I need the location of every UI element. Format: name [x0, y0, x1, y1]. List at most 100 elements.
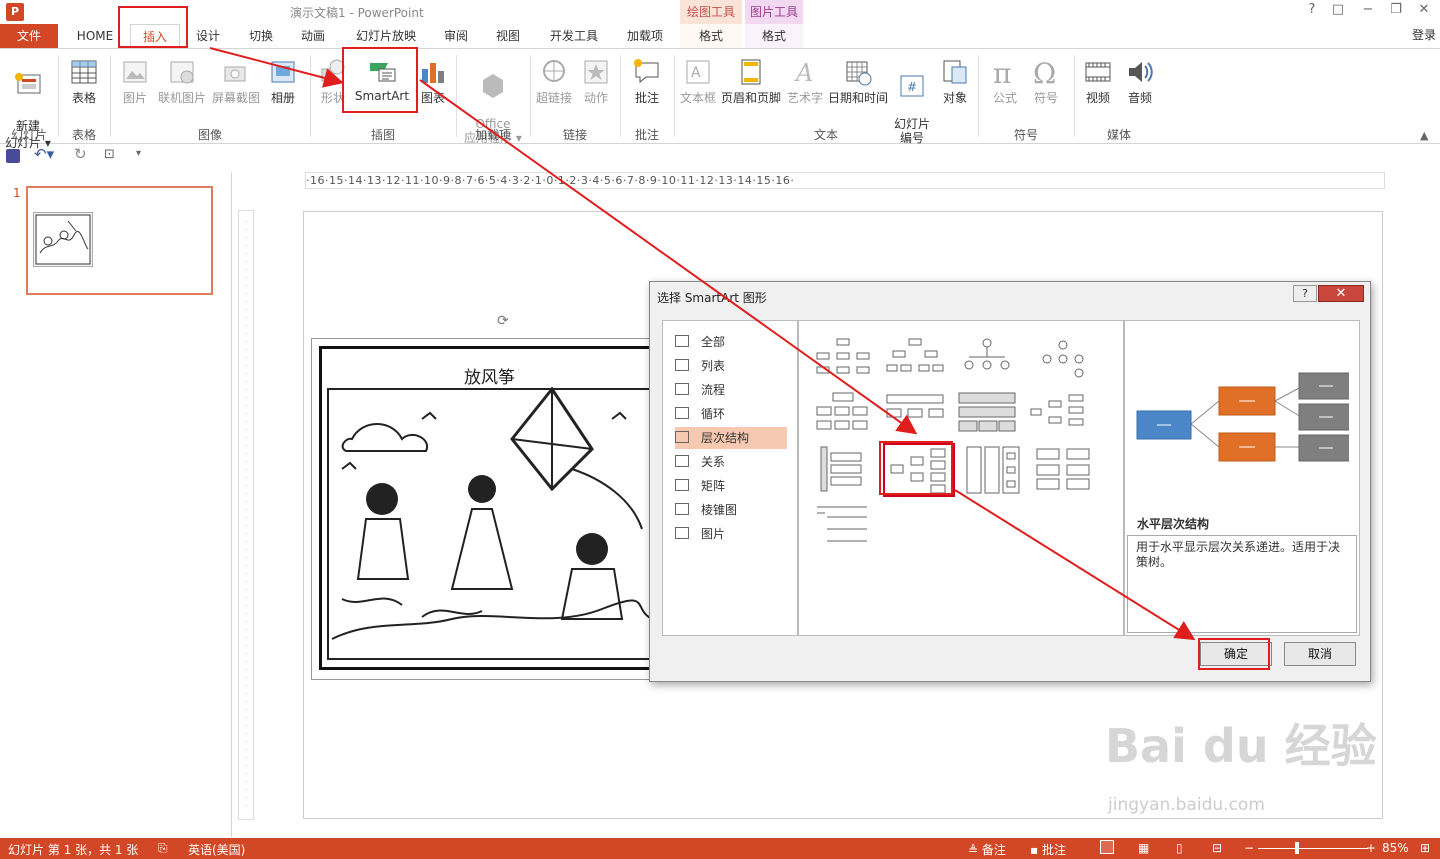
- online-picture-button[interactable]: 联机图片: [156, 57, 208, 106]
- help-button[interactable]: ?: [1302, 2, 1322, 17]
- picture-button[interactable]: 图片: [118, 57, 152, 106]
- equation-button[interactable]: π 公式: [986, 57, 1024, 106]
- spellcheck-icon[interactable]: ⎘: [158, 841, 168, 856]
- category-list-type[interactable]: 列表: [675, 355, 787, 377]
- tab-review[interactable]: 审阅: [436, 24, 476, 48]
- header-footer-button[interactable]: 页眉和页脚: [720, 57, 782, 106]
- undo-icon[interactable]: ↶▾: [34, 145, 54, 163]
- table-button[interactable]: 表格: [64, 57, 104, 106]
- start-slideshow-icon[interactable]: ⊡: [104, 147, 115, 162]
- slide-picture[interactable]: [319, 346, 659, 670]
- layout-circle-hierarchy-icon[interactable]: [955, 335, 1019, 385]
- save-icon[interactable]: [6, 149, 20, 163]
- category-picture[interactable]: 图片: [675, 523, 787, 545]
- layout-labeled-hierarchy-icon[interactable]: [1027, 335, 1091, 385]
- category-label: 关系: [701, 455, 726, 469]
- login-link[interactable]: 登录: [1412, 26, 1436, 43]
- restore-button[interactable]: ❐: [1386, 2, 1406, 17]
- comment-label: 批注: [634, 91, 659, 105]
- comments-button[interactable]: ▪ 批注: [1030, 841, 1066, 858]
- cancel-button[interactable]: 取消: [1284, 642, 1356, 666]
- rotate-handle-icon[interactable]: ⟳: [497, 313, 509, 329]
- symbol-label: 符号: [1033, 91, 1058, 105]
- chart-button[interactable]: 图表: [416, 57, 450, 106]
- hyperlink-button[interactable]: 超链接: [534, 57, 574, 106]
- picture-category-icon: [675, 527, 689, 539]
- notes-button[interactable]: ≜ 备注: [968, 841, 1006, 858]
- chart-icon: [422, 63, 444, 83]
- redo-icon[interactable]: ↻: [74, 145, 87, 163]
- ribbon-display-button[interactable]: □: [1328, 2, 1348, 17]
- audio-button[interactable]: 音频: [1122, 57, 1158, 106]
- picture-caption: 放风筝: [464, 368, 515, 388]
- zoom-slider-thumb[interactable]: [1295, 842, 1299, 854]
- album-button[interactable]: 相册: [264, 57, 302, 106]
- layout-hierarchy-boxes-icon[interactable]: [1031, 445, 1095, 495]
- dialog-help-button[interactable]: ?: [1293, 285, 1317, 302]
- layout-stacked-list-icon[interactable]: [955, 389, 1019, 439]
- collapse-ribbon-icon[interactable]: ▲: [1420, 129, 1428, 142]
- textbox-button[interactable]: A 文本框: [678, 57, 718, 106]
- slideshow-view-icon[interactable]: ⊟: [1212, 841, 1222, 855]
- action-button[interactable]: 动作: [580, 57, 612, 106]
- category-all[interactable]: 全部: [675, 331, 787, 353]
- slide-number-icon: #: [900, 75, 924, 97]
- layout-lined-list-icon[interactable]: [811, 501, 875, 551]
- layout-table-hierarchy-icon[interactable]: [811, 389, 875, 439]
- status-bar: 幻灯片 第 1 张，共 1 张 ⎘ 英语(美国) ≜ 备注 ▪ 批注 ▦ ▯ ⊟…: [0, 838, 1440, 859]
- tab-developer[interactable]: 开发工具: [544, 24, 604, 48]
- slide-sorter-icon[interactable]: ▦: [1138, 841, 1149, 855]
- zoom-out-icon[interactable]: −: [1244, 841, 1254, 855]
- customize-qat-icon[interactable]: ▾: [136, 148, 141, 159]
- layout-org-chart-icon[interactable]: [811, 335, 875, 385]
- layout-name-title-org-icon[interactable]: [883, 335, 947, 385]
- wordart-button[interactable]: A 艺术字: [786, 57, 824, 106]
- layout-hierarchy-list-icon[interactable]: [811, 445, 875, 495]
- comment-button[interactable]: 批注: [630, 57, 664, 106]
- screenshot-button[interactable]: 屏幕截图: [210, 57, 262, 106]
- svg-text:Ω: Ω: [1033, 57, 1056, 87]
- tab-slideshow[interactable]: 幻灯片放映: [350, 24, 422, 48]
- layout-vertical-hierarchy-icon[interactable]: [961, 445, 1025, 495]
- group-images-label: 图像: [197, 128, 222, 142]
- category-label: 层次结构: [701, 431, 750, 445]
- symbol-button[interactable]: Ω 符号: [1028, 57, 1064, 106]
- tab-transitions[interactable]: 切换: [240, 24, 282, 48]
- category-process[interactable]: 流程: [675, 379, 787, 401]
- tab-view[interactable]: 视图: [488, 24, 528, 48]
- tab-addins[interactable]: 加载项: [620, 24, 670, 48]
- window-title: 演示文稿1 - PowerPoint: [290, 6, 424, 20]
- layout-horizontal-org-icon[interactable]: [883, 389, 947, 439]
- category-relationship[interactable]: 关系: [675, 451, 787, 473]
- category-cycle[interactable]: 循环: [675, 403, 787, 425]
- tab-picture-format[interactable]: 格式: [745, 24, 803, 48]
- datetime-button[interactable]: 日期和时间: [826, 57, 890, 106]
- fit-slide-icon[interactable]: ⊞: [1420, 841, 1430, 855]
- language-status[interactable]: 英语(美国): [188, 841, 245, 858]
- slide-thumbnail[interactable]: [33, 212, 93, 267]
- reading-view-icon[interactable]: ▯: [1176, 841, 1183, 855]
- close-button[interactable]: ✕: [1414, 2, 1434, 17]
- layout-horizontal-multi-icon[interactable]: [1027, 389, 1091, 439]
- tab-animations[interactable]: 动画: [292, 24, 334, 48]
- minimize-button[interactable]: −: [1358, 2, 1378, 17]
- category-matrix[interactable]: 矩阵: [675, 475, 787, 497]
- zoom-slider[interactable]: [1258, 848, 1368, 849]
- tab-home[interactable]: HOME: [70, 24, 120, 48]
- tab-file[interactable]: 文件: [0, 24, 58, 48]
- zoom-level[interactable]: 85%: [1382, 841, 1409, 855]
- category-pyramid[interactable]: 棱锥图: [675, 499, 787, 521]
- textbox-label: 文本框: [679, 91, 716, 105]
- object-button[interactable]: 对象: [938, 57, 972, 106]
- video-button[interactable]: 视频: [1080, 57, 1116, 106]
- normal-view-icon[interactable]: [1100, 840, 1114, 854]
- horizontal-ruler[interactable]: ·16·15·14·13·12·11·10·9·8·7·6·5·4·3·2·1·…: [305, 172, 1385, 189]
- tab-design[interactable]: 设计: [188, 24, 228, 48]
- group-symbols-label: 符号: [1013, 128, 1038, 142]
- vertical-ruler[interactable]: [238, 210, 254, 820]
- category-hierarchy[interactable]: 层次结构: [675, 427, 787, 449]
- tab-drawing-format[interactable]: 格式: [680, 24, 742, 48]
- dialog-close-button[interactable]: ✕: [1318, 285, 1364, 302]
- object-icon: [943, 60, 967, 84]
- zoom-in-icon[interactable]: +: [1366, 841, 1376, 855]
